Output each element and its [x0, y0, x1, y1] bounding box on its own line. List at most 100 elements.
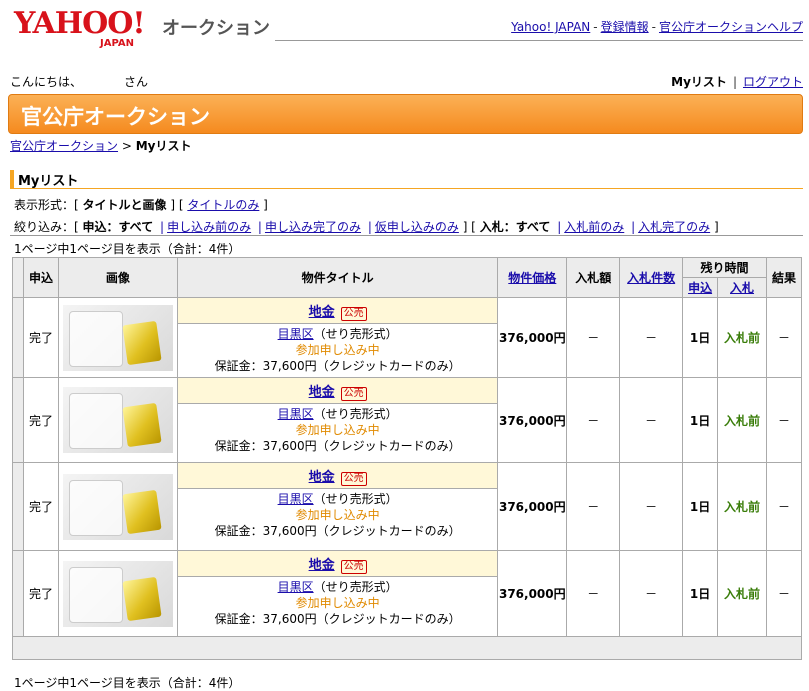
- row-remain-apply: 1日: [682, 297, 719, 378]
- sort-remaining-apply-link[interactable]: 申込: [688, 281, 712, 295]
- top-link-help[interactable]: 官公庁オークションヘルプ: [659, 20, 803, 34]
- row-remain-bid: 入札前: [717, 377, 767, 463]
- row-image-cell[interactable]: [57, 377, 178, 463]
- gold-bar-thumbnail[interactable]: [62, 473, 173, 540]
- page-info-top: 1ページ中1ページ目を表示（合計：4件）: [14, 242, 241, 256]
- row-location-link[interactable]: 目黒区: [278, 327, 314, 341]
- row-remain-bid: 入札前: [717, 550, 767, 637]
- row-apply-status: 完了: [22, 297, 59, 378]
- top-link-registration[interactable]: 登録情報: [601, 20, 649, 34]
- gold-bar-thumbnail[interactable]: [62, 560, 173, 627]
- table-row: 完了 地金 公売 目黒区（せり売形式） 参加申し込み中 保証金：37,600円（クレジット…: [12, 377, 803, 463]
- row-remain-apply: 1日: [682, 462, 719, 551]
- row-gutter: [12, 462, 24, 551]
- row-format: （せり売形式）: [313, 492, 398, 506]
- row-bid-count: －: [619, 550, 684, 637]
- row-format: （せり売形式）: [313, 407, 398, 421]
- breadcrumb: 官公庁オークション > Myリスト: [10, 137, 192, 154]
- header-gutter: [12, 257, 24, 298]
- filter-bid-done[interactable]: 入札完了のみ: [638, 220, 710, 234]
- top-links: Yahoo! JAPAN - 登録情報 - 官公庁オークションヘルプ: [511, 18, 803, 35]
- row-title-link[interactable]: 地金: [309, 470, 335, 485]
- row-result: －: [765, 550, 803, 637]
- row-title-link[interactable]: 地金: [309, 305, 335, 320]
- header-image: 画像: [57, 257, 178, 298]
- row-remain-bid: 入札前: [717, 462, 767, 551]
- filter-bid-before[interactable]: 入札前のみ: [564, 220, 624, 234]
- row-deposit: 保証金：37,600円（クレジットカードのみ）: [214, 439, 461, 453]
- logout-link[interactable]: ログアウト: [743, 75, 803, 89]
- row-image-cell[interactable]: [57, 550, 178, 637]
- row-format: （せり売形式）: [313, 327, 398, 341]
- row-bid-count: －: [619, 297, 684, 378]
- row-bid-amount: －: [566, 550, 621, 637]
- breadcrumb-parent[interactable]: 官公庁オークション: [10, 139, 118, 153]
- service-banner: 官公庁オークション: [8, 94, 803, 134]
- table-header-row: 申込 画像 物件タイトル 物件価格 入札額 入札件数 残り時間 結果: [12, 257, 803, 298]
- logo-main: YAHOO!: [14, 6, 146, 41]
- options-divider: [10, 235, 803, 236]
- sort-bid-count-link[interactable]: 入札件数: [627, 271, 675, 285]
- row-bid-count: －: [619, 462, 684, 551]
- sort-remaining-bid-link[interactable]: 入札: [730, 281, 754, 295]
- row-remain-apply: 1日: [682, 377, 719, 463]
- top-link-sep: -: [651, 20, 656, 34]
- row-title-link[interactable]: 地金: [309, 385, 335, 400]
- row-location-link[interactable]: 目黒区: [278, 580, 314, 594]
- section-title: Myリスト: [10, 170, 803, 189]
- filter-label: 絞り込み：: [14, 220, 75, 234]
- header-remaining-apply[interactable]: 申込: [682, 277, 719, 298]
- row-image-cell[interactable]: [57, 462, 178, 551]
- row-phase: 参加申し込み中: [295, 423, 380, 437]
- row-location-link[interactable]: 目黒区: [278, 492, 314, 506]
- row-remain-bid: 入札前: [717, 297, 767, 378]
- header-remaining: 残り時間: [682, 257, 767, 278]
- row-price: 376,000円: [497, 550, 568, 637]
- header-price[interactable]: 物件価格: [497, 257, 568, 298]
- row-image-cell[interactable]: [57, 297, 178, 378]
- row-title-link[interactable]: 地金: [309, 558, 335, 573]
- header-remaining-bid[interactable]: 入札: [717, 277, 767, 298]
- gold-bar-thumbnail[interactable]: [62, 304, 173, 371]
- top-link-sep: -: [593, 20, 598, 34]
- row-phase: 参加申し込み中: [295, 343, 380, 357]
- row-gutter: [12, 550, 24, 637]
- row-result: －: [765, 377, 803, 463]
- header-apply: 申込: [22, 257, 59, 298]
- public-sale-badge: 公売: [340, 387, 367, 401]
- row-location-link[interactable]: 目黒区: [278, 407, 314, 421]
- breadcrumb-current: Myリスト: [135, 139, 192, 153]
- header-title: 物件タイトル: [176, 257, 499, 298]
- sort-price-link[interactable]: 物件価格: [508, 271, 556, 285]
- table-footer: [12, 636, 802, 660]
- top-link-yahoo-japan[interactable]: Yahoo! JAPAN: [511, 20, 590, 34]
- row-bid-amount: －: [566, 377, 621, 463]
- table-row: 完了 地金 公売 目黒区（せり売形式） 参加申し込み中 保証金：37,600円（クレジット…: [12, 297, 803, 378]
- breadcrumb-sep: >: [121, 139, 132, 153]
- user-link-sep: |: [732, 75, 737, 89]
- filter-apply-done[interactable]: 申し込み完了のみ: [265, 220, 361, 234]
- row-price: 376,000円: [497, 377, 568, 463]
- user-row: こんにちは、 さん Myリスト | ログアウト: [10, 73, 803, 89]
- display-format-active: タイトルと画像: [82, 198, 167, 212]
- row-result: －: [765, 297, 803, 378]
- row-deposit: 保証金：37,600円（クレジットカードのみ）: [214, 524, 461, 538]
- filter-apply-tentative[interactable]: 仮申し込みのみ: [375, 220, 459, 234]
- header-result: 結果: [765, 257, 803, 298]
- gold-bar-thumbnail[interactable]: [62, 387, 173, 453]
- yahoo-japan-logo[interactable]: YAHOO! JAPAN: [14, 8, 159, 50]
- public-sale-badge: 公売: [340, 307, 367, 321]
- filter-bid-active: 入札：すべて: [479, 220, 551, 234]
- filter-apply-before[interactable]: 申し込み前のみ: [167, 220, 251, 234]
- service-name: オークション: [162, 18, 270, 39]
- header-divider: [275, 40, 803, 41]
- user-links: Myリスト | ログアウト: [671, 73, 803, 90]
- table-row: 完了 地金 公売 目黒区（せり売形式） 参加申し込み中 保証金：37,600円（クレジット…: [12, 550, 803, 637]
- mylist-label: Myリスト: [671, 75, 727, 89]
- row-format: （せり売形式）: [313, 580, 398, 594]
- display-format-title-only[interactable]: タイトルのみ: [187, 198, 259, 212]
- table-row: 完了 地金 公売 目黒区（せり売形式） 参加申し込み中 保証金：37,600円（クレジット…: [12, 462, 803, 551]
- logo-sub: JAPAN: [100, 38, 134, 49]
- header-bid-count[interactable]: 入札件数: [619, 257, 684, 298]
- row-apply-status: 完了: [22, 462, 59, 551]
